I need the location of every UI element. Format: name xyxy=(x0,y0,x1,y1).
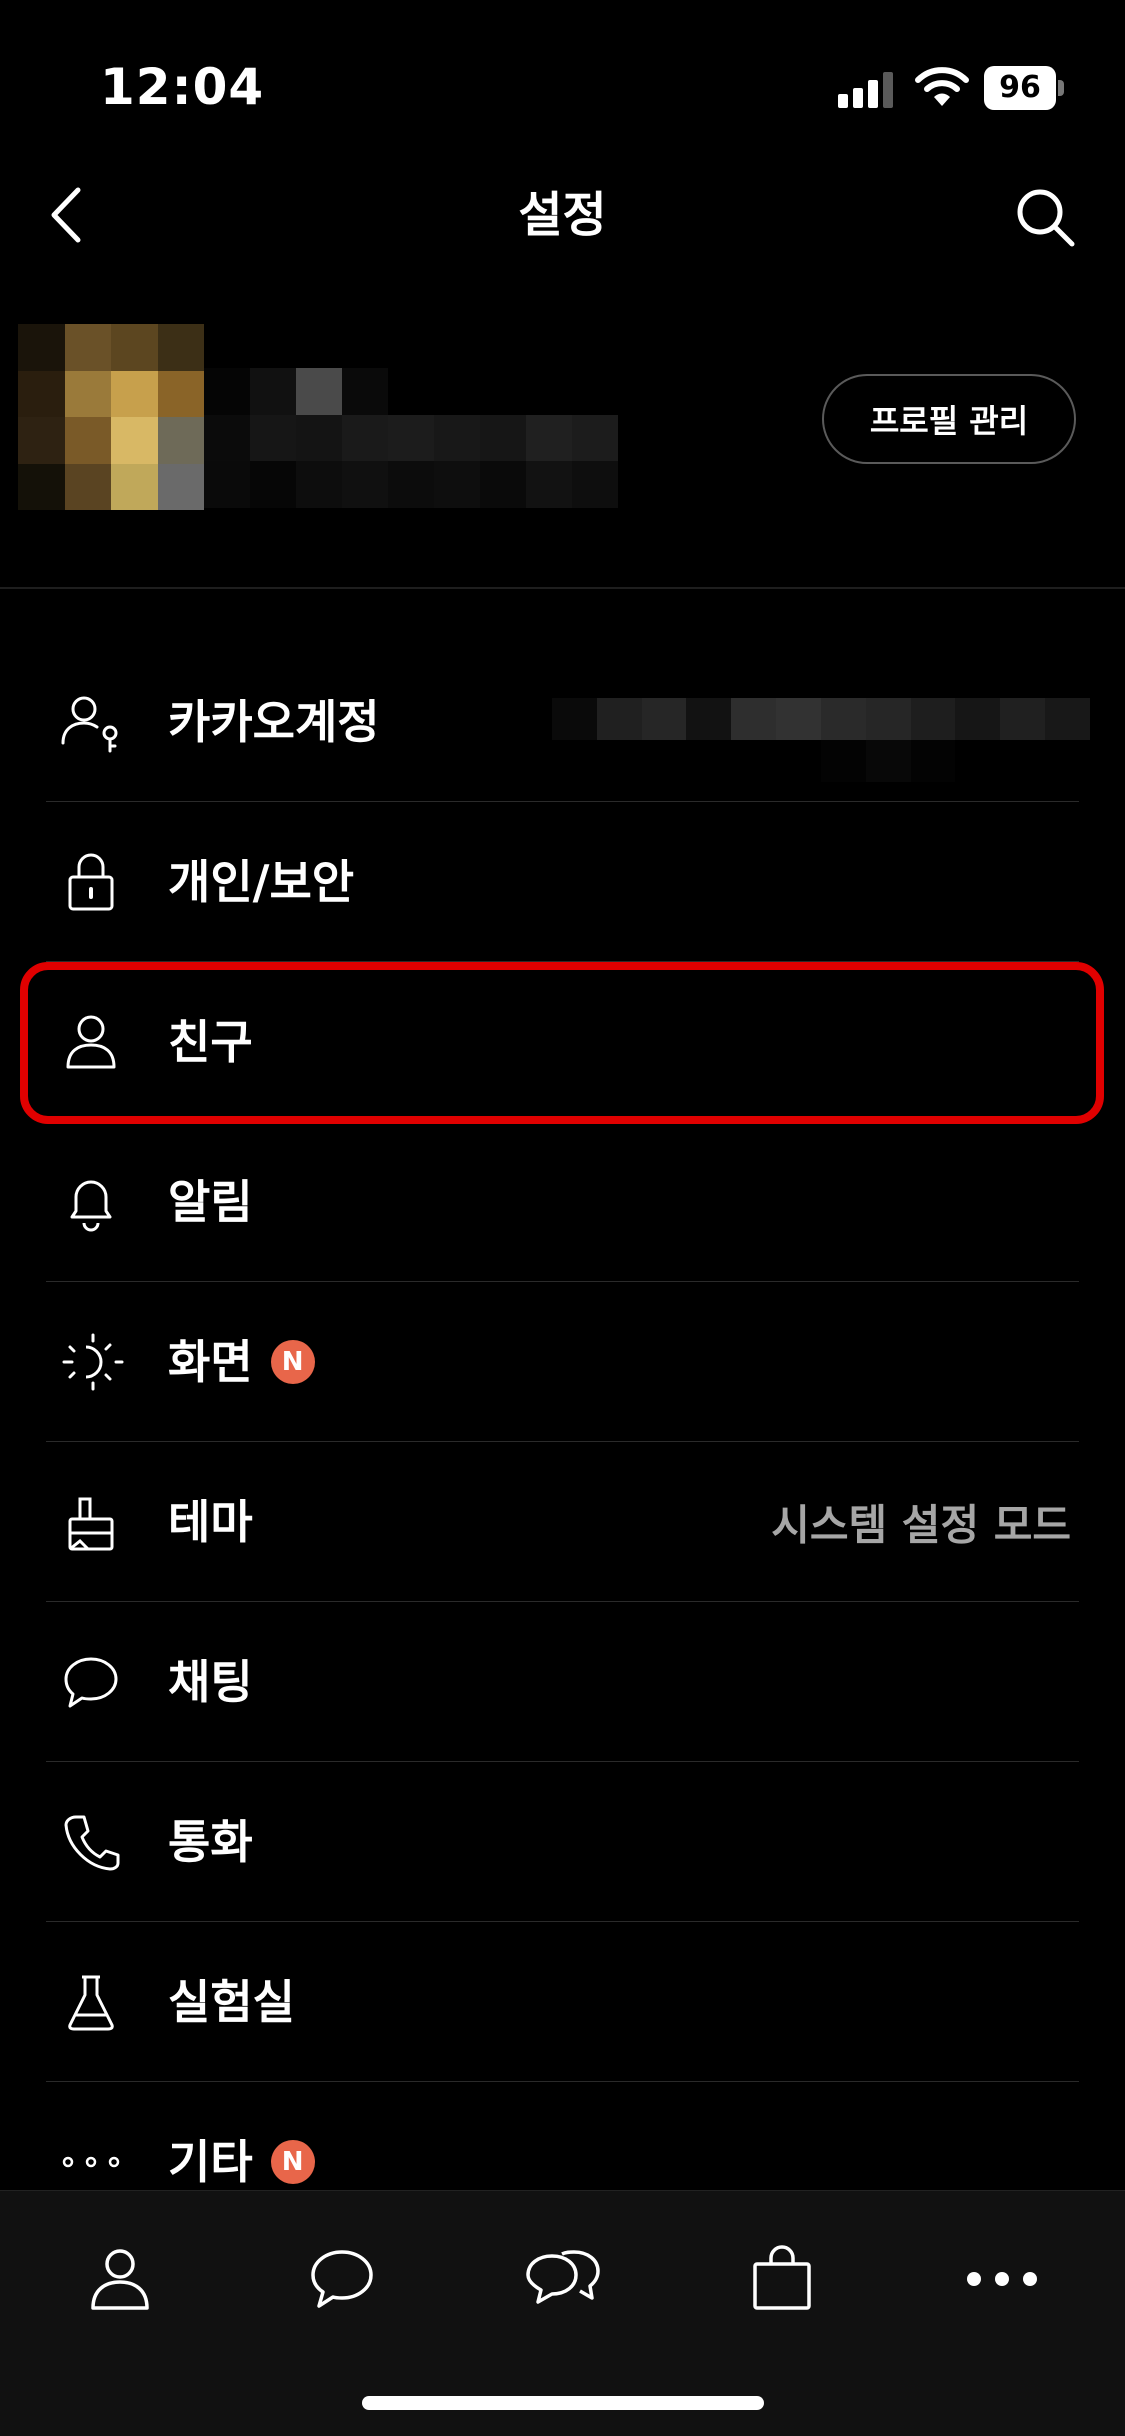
phone-icon xyxy=(64,1815,120,1871)
chat-bubble-icon xyxy=(311,2250,373,2308)
menu-item-call[interactable]: 통화 xyxy=(0,1762,1125,1922)
tab-openchat[interactable] xyxy=(512,2229,612,2329)
menu-label-chat: 채팅 xyxy=(168,1655,253,1709)
menu-item-theme[interactable]: 테마 시스템 설정 모드 xyxy=(0,1442,1125,1602)
menu-label-notifications: 알림 xyxy=(168,1175,253,1229)
menu-item-privacy[interactable]: 개인/보안 xyxy=(0,802,1125,962)
page-title: 설정 xyxy=(518,187,607,243)
menu-item-display[interactable]: 화면 N xyxy=(0,1282,1125,1442)
shopping-bag-icon xyxy=(753,2245,811,2310)
battery-level: 96 xyxy=(984,66,1056,110)
tab-friends[interactable] xyxy=(70,2229,170,2329)
menu-item-chat[interactable]: 채팅 xyxy=(0,1602,1125,1762)
chat-bubble-icon xyxy=(64,1657,118,1708)
wifi-icon xyxy=(915,67,969,106)
home-indicator xyxy=(362,2396,764,2410)
menu-label-display-text: 화면 xyxy=(168,1335,253,1389)
sun-icon xyxy=(62,1333,124,1391)
menu-item-friends[interactable]: 친구 xyxy=(0,962,1125,1122)
menu-item-account[interactable]: 카카오계정 xyxy=(0,642,1125,802)
new-badge: N xyxy=(270,2139,315,2184)
menu-item-notifications[interactable]: 알림 xyxy=(0,1122,1125,1282)
new-badge: N xyxy=(270,1339,315,1384)
double-chat-icon xyxy=(526,2250,600,2304)
menu-item-lab[interactable]: 실험실 xyxy=(0,1922,1125,2082)
person-icon xyxy=(91,2249,149,2310)
avatar[interactable] xyxy=(18,324,204,510)
menu-label-privacy: 개인/보안 xyxy=(168,855,355,909)
settings-menu: 카카오계정 개인/보안 친구 알림 화면 N 테마 시스템 설정 모드 채팅 통… xyxy=(0,642,1125,2242)
flask-icon xyxy=(68,1975,114,2031)
menu-label-account: 카카오계정 xyxy=(168,695,380,749)
nav-header: 설정 xyxy=(0,170,1125,260)
section-divider xyxy=(0,587,1125,589)
manage-profile-button[interactable]: 프로필 관리 xyxy=(822,374,1076,464)
more-icon xyxy=(967,2272,1037,2286)
profile-name-blurred xyxy=(204,368,618,508)
cellular-signal-icon xyxy=(838,70,894,108)
menu-label-etc: 기타 N xyxy=(168,2132,315,2192)
account-email-blurred xyxy=(552,698,1090,782)
menu-label-display: 화면 N xyxy=(168,1332,315,1392)
person-key-icon xyxy=(61,696,118,753)
person-icon xyxy=(66,1015,116,1069)
menu-label-theme: 테마 xyxy=(168,1495,253,1549)
tab-chats[interactable] xyxy=(292,2229,392,2329)
menu-label-friends: 친구 xyxy=(168,1015,253,1069)
tab-more[interactable] xyxy=(952,2229,1052,2329)
tab-shopping[interactable] xyxy=(732,2229,832,2329)
search-button[interactable] xyxy=(1010,182,1080,252)
battery-icon: 96 xyxy=(984,66,1064,110)
status-bar: 12:04 96 xyxy=(0,0,1125,170)
menu-label-call: 통화 xyxy=(168,1815,253,1869)
menu-label-lab: 실험실 xyxy=(168,1975,295,2029)
lock-icon xyxy=(68,853,114,911)
brush-icon xyxy=(68,1497,114,1551)
bell-icon xyxy=(70,1180,112,1232)
profile-section[interactable]: 프로필 관리 xyxy=(0,318,1125,518)
theme-value: 시스템 설정 모드 xyxy=(771,1500,1071,1550)
status-time: 12:04 xyxy=(100,58,265,116)
more-icon xyxy=(62,2156,120,2168)
menu-label-etc-text: 기타 xyxy=(168,2135,253,2189)
